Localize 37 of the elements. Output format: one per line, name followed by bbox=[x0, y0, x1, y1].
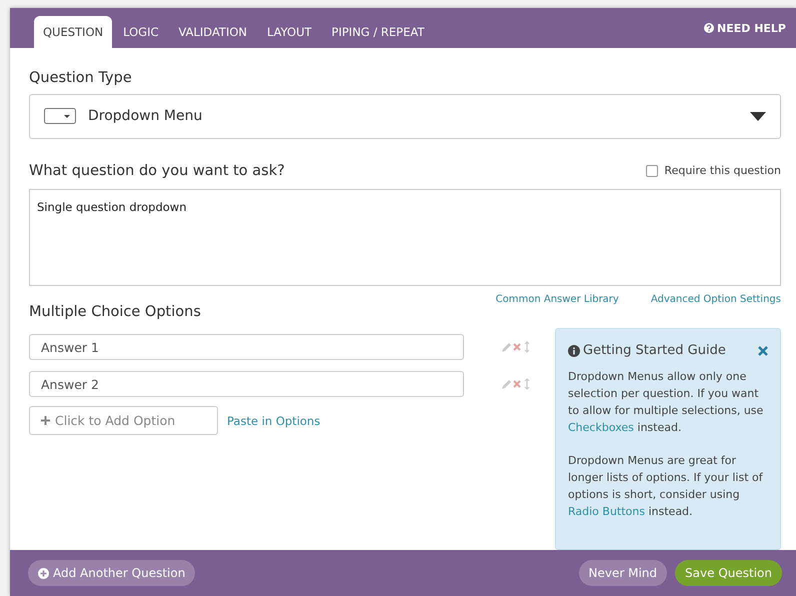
question-label: What question do you want to ask? bbox=[29, 162, 285, 179]
tab[interactable]: LOGIC bbox=[114, 16, 168, 48]
never-mind-button[interactable]: Never Mind bbox=[578, 560, 668, 586]
answer-field[interactable]: Answer 2 bbox=[29, 371, 464, 397]
plus-circle-icon bbox=[38, 568, 49, 578]
help-icon bbox=[704, 23, 714, 33]
add-question-button[interactable]: Add Another Question bbox=[28, 560, 196, 586]
plus-icon bbox=[41, 416, 50, 425]
tab[interactable]: VALIDATION bbox=[170, 16, 256, 48]
question-type-select[interactable]: Dropdown Menu bbox=[29, 94, 781, 139]
require-label: Require this question bbox=[664, 164, 781, 178]
require-checkbox[interactable] bbox=[646, 164, 658, 177]
options-label: Multiple Choice Options bbox=[29, 304, 201, 320]
edit-delete-move-icons-drawing bbox=[501, 341, 531, 353]
add-option-field[interactable]: Click to Add Option bbox=[29, 406, 218, 435]
add-option-placeholder: Click to Add Option bbox=[55, 413, 176, 428]
guide-link[interactable]: Radio Buttons bbox=[568, 505, 645, 518]
option-settings-link[interactable]: Common Answer Library bbox=[496, 294, 619, 305]
question-text-field[interactable]: Single question dropdown bbox=[29, 188, 781, 286]
tab[interactable]: QUESTION bbox=[34, 16, 112, 48]
help-link[interactable]: NEED HELP bbox=[704, 22, 786, 34]
close-icon[interactable] bbox=[758, 346, 768, 356]
caret-icon bbox=[750, 112, 766, 121]
option-settings-link[interactable]: Advanced Option Settings bbox=[650, 294, 781, 305]
guide-paragraph: Dropdown Menus are great for longer lists of options. If your list of options is short, consider using Radio Buttons instead. bbox=[568, 453, 764, 520]
paste-options-link[interactable]: Paste in Options bbox=[227, 414, 320, 428]
guide-paragraph: Dropdown Menus allow only one selection per question. If you want to allow for multiple selections, use Checkboxes instead. bbox=[568, 369, 764, 436]
tab[interactable]: PIPING / REPEAT bbox=[322, 16, 434, 48]
tab[interactable]: LAYOUT bbox=[258, 16, 321, 48]
answer-field[interactable]: Answer 1 bbox=[29, 334, 464, 360]
info-icon bbox=[568, 344, 580, 356]
edit-delete-move-icons-drawing bbox=[501, 378, 531, 390]
dropdown-type-icon bbox=[44, 108, 76, 124]
question-type-label: Question Type bbox=[29, 70, 133, 86]
guide-link[interactable]: Checkboxes bbox=[568, 421, 634, 434]
save-question-button[interactable]: Save Question bbox=[675, 560, 782, 586]
guide-title: Getting Started Guide bbox=[568, 343, 726, 358]
